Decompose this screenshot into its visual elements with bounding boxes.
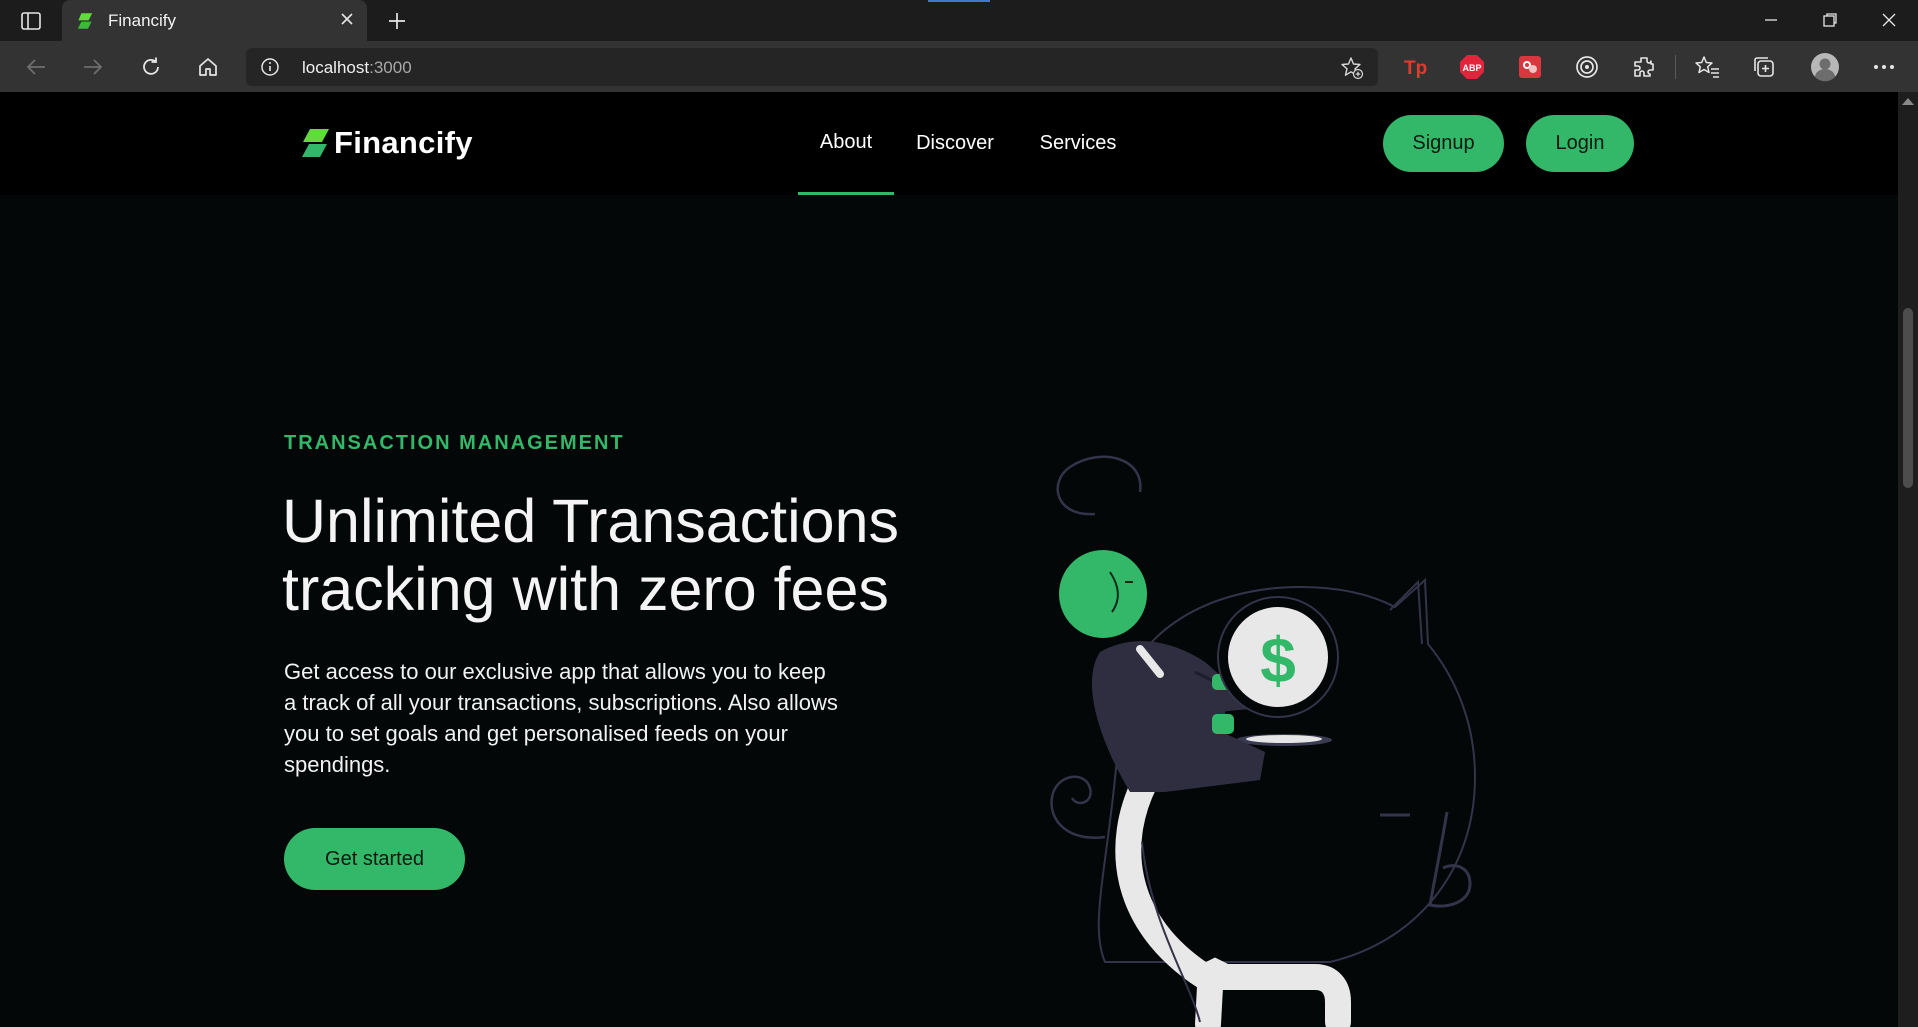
textpad-extension-icon[interactable]: Tp [1399, 51, 1431, 83]
scrollbar-thumb[interactable] [1903, 308, 1913, 488]
svg-text:Tp: Tp [1404, 58, 1427, 79]
plus-icon[interactable] [382, 8, 412, 34]
minimize-icon[interactable] [1751, 4, 1791, 36]
address-bar[interactable]: localhost:3000 [246, 48, 1378, 86]
red-extension-icon[interactable] [1514, 51, 1546, 83]
nav-link-services-label: Services [1039, 132, 1117, 154]
hero-headline-line-2: tracking with zero fees [282, 555, 889, 623]
collections-icon[interactable] [1748, 51, 1780, 83]
nav-link-discover[interactable]: Discover [905, 92, 1005, 195]
more-icon[interactable] [1868, 51, 1900, 83]
brand-name: Financify [334, 125, 473, 160]
nav-link-about-label: About [819, 130, 873, 153]
get-started-button[interactable]: Get started [284, 828, 465, 890]
hero-headline: Unlimited Transactions tracking with zer… [282, 487, 899, 623]
add-favorite-icon[interactable] [1340, 56, 1364, 85]
forward-icon[interactable] [76, 50, 110, 84]
pig-front-leg [1195, 974, 1223, 1027]
browser-toolbar: localhost:3000 Tp ABP [0, 41, 1918, 93]
info-icon[interactable] [260, 57, 280, 82]
nav-link-about[interactable]: About [798, 92, 894, 195]
target-extension-icon[interactable] [1571, 51, 1603, 83]
brand-logo[interactable]: Financify [300, 125, 473, 161]
favorites-icon[interactable] [1691, 51, 1723, 83]
toolbar-separator [1675, 55, 1676, 79]
page-scrollbar[interactable] [1898, 92, 1918, 1027]
site-navbar: Financify About Discover Services Signup… [0, 92, 1898, 195]
dollar-coin: $ [1217, 596, 1339, 718]
piggy-bank-illustration: $ [1050, 455, 1477, 1027]
home-icon[interactable] [191, 50, 225, 84]
profile-icon[interactable] [1809, 51, 1841, 83]
restore-icon[interactable] [1810, 4, 1850, 36]
refresh-icon[interactable] [134, 50, 168, 84]
window-close-icon[interactable] [1869, 4, 1909, 36]
back-icon[interactable] [19, 50, 53, 84]
page-viewport: Financify About Discover Services Signup… [0, 92, 1898, 1027]
tab-actions-icon[interactable] [14, 8, 48, 34]
drag-indicator [928, 0, 990, 2]
nav-link-services[interactable]: Services [1028, 92, 1128, 195]
hero-eyebrow: TRANSACTION MANAGEMENT [284, 432, 625, 454]
browser-tab-bar: Financify [0, 0, 1918, 41]
brand-logo-icon [302, 129, 329, 157]
tab-title: Financify [108, 11, 177, 30]
url-text: localhost:3000 [302, 58, 412, 77]
adblock-plus-icon[interactable]: ABP [1456, 51, 1488, 83]
active-tab[interactable]: Financify [62, 0, 367, 41]
financify-favicon [76, 12, 94, 35]
dollar-sign: $ [1260, 624, 1296, 696]
extensions-icon[interactable] [1628, 51, 1660, 83]
hero-headline-line-1: Unlimited Transactions [282, 487, 900, 555]
close-icon[interactable] [339, 11, 355, 32]
login-button[interactable]: Login [1526, 115, 1634, 172]
hero-description: Get access to our exclusive app that all… [284, 659, 838, 777]
signup-button[interactable]: Signup [1383, 115, 1504, 172]
svg-text:ABP: ABP [1462, 63, 1481, 73]
nav-link-discover-label: Discover [916, 132, 994, 154]
scroll-up-arrow[interactable] [1902, 98, 1914, 105]
